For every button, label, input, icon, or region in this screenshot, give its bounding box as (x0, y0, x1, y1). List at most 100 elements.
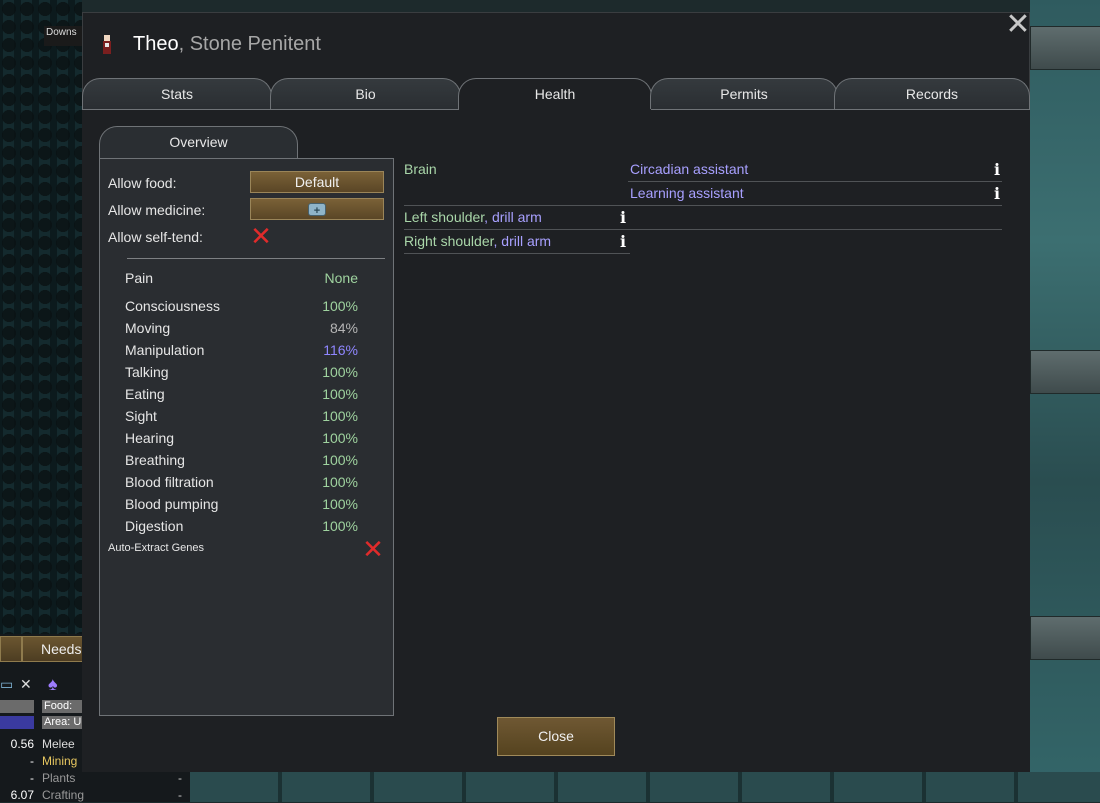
skill-label: Mining (42, 754, 78, 768)
skill-value: 6.07 (10, 788, 34, 802)
capacity-row: Manipulation 116% (125, 340, 358, 360)
status-bar-blue (0, 716, 34, 729)
capacity-row: Breathing 100% (125, 450, 358, 470)
tab-bio[interactable]: Bio (270, 78, 461, 109)
pain-value: None (324, 270, 358, 286)
medicine-icon (308, 201, 326, 221)
capacity-value: 100% (322, 452, 358, 468)
tab-permits[interactable]: Permits (650, 78, 838, 109)
capacity-name: Blood filtration (125, 474, 214, 490)
capacity-value: 100% (322, 430, 358, 446)
capacity-name: Manipulation (125, 342, 205, 358)
close-icon[interactable]: ✕ (1005, 10, 1031, 40)
capacity-name: Digestion (125, 518, 184, 534)
pawn-subtitle: Stone Penitent (189, 33, 321, 55)
tab-bar: Stats Bio Health Permits Records (82, 78, 1030, 110)
capacity-name: Consciousness (125, 298, 220, 314)
info-icon[interactable]: i (994, 161, 1000, 179)
skill-value: - (30, 754, 34, 768)
skill-value: 0.56 (10, 737, 34, 751)
capacity-row: Digestion 100% (125, 516, 358, 536)
body-part-label: Brain (404, 161, 437, 177)
skill-dash: - (178, 771, 182, 785)
background-metal-panel (1030, 26, 1100, 70)
capacity-value: 116% (323, 342, 358, 358)
skill-label: Plants (42, 771, 76, 785)
status-bar-gray (0, 700, 34, 713)
row-divider (628, 181, 1002, 182)
hediff-learning-assistant[interactable]: Learning assistant (630, 185, 744, 201)
background-wall-right (1030, 0, 1100, 802)
close-button[interactable]: Close (497, 717, 615, 756)
info-icon[interactable]: i (994, 185, 1000, 203)
capacity-name: Hearing (125, 430, 175, 446)
capacity-value: 100% (322, 518, 358, 534)
hediff-circadian-assistant[interactable]: Circadian assistant (630, 161, 748, 177)
medical-icon[interactable]: ▭ (0, 676, 13, 693)
pain-row: Pain None (125, 268, 358, 288)
capacity-value: 100% (322, 408, 358, 424)
sword-icon[interactable]: ✕ (20, 676, 32, 693)
capacity-name: Sight (125, 408, 157, 424)
background-floor (190, 772, 1100, 802)
skill-dash: - (178, 788, 182, 802)
allow-food-button[interactable]: Default (250, 171, 384, 193)
body-part-brain[interactable]: Brain (404, 161, 437, 177)
skill-row: 6.07 Crafting - (0, 787, 190, 803)
divider (127, 258, 385, 259)
pain-label: Pain (125, 270, 154, 286)
capacity-row: Blood filtration 100% (125, 472, 358, 492)
capacity-row: Moving 84% (125, 318, 358, 338)
capacity-name: Talking (125, 364, 169, 380)
pawn-name: Theo (133, 33, 179, 55)
capacity-value: 100% (322, 386, 358, 402)
skill-value: - (30, 771, 34, 785)
capacity-name: Breathing (125, 452, 185, 468)
capacity-value: 100% (322, 298, 358, 314)
food-tag[interactable]: Food: (42, 700, 84, 713)
area-tag[interactable]: Area: U (42, 716, 84, 729)
info-icon[interactable]: i (620, 233, 626, 251)
row-divider (404, 205, 1002, 206)
tab-records[interactable]: Records (834, 78, 1030, 109)
info-icon[interactable]: i (620, 209, 626, 227)
capacity-name: Blood pumping (125, 496, 219, 512)
auto-extract-disallowed-x-icon[interactable]: ✕ (362, 537, 384, 563)
faction-icon[interactable]: ♠ (48, 674, 58, 695)
allow-medicine-button[interactable] (250, 198, 384, 221)
auto-extract-genes-label: Auto-Extract Genes (108, 542, 204, 554)
allow-food-label: Allow food: (108, 175, 177, 191)
background-grid-cells (0, 0, 82, 640)
tab-overview[interactable]: Overview (99, 126, 298, 159)
allow-self-tend-label: Allow self-tend: (108, 229, 203, 245)
allow-medicine-label: Allow medicine: (108, 202, 206, 218)
body-part-modifier: , drill arm (493, 233, 552, 249)
capacity-value: 100% (322, 364, 358, 380)
capacity-value: 100% (322, 474, 358, 490)
body-part-right-shoulder[interactable]: Right shoulder, drill arm (404, 233, 551, 249)
pawn-title: Theo, Stone Penitent (133, 33, 321, 56)
row-divider (404, 229, 1002, 230)
row-divider (404, 253, 630, 254)
capacity-row: Blood pumping 100% (125, 494, 358, 514)
background-metal-panel (1030, 350, 1100, 394)
capacity-value: 100% (322, 496, 358, 512)
capacity-row: Sight 100% (125, 406, 358, 426)
body-part-left-shoulder[interactable]: Left shoulder, drill arm (404, 209, 542, 225)
skill-label: Crafting (42, 788, 85, 802)
left-tab-button[interactable] (0, 636, 22, 662)
pawn-portrait-icon (103, 35, 111, 54)
background-metal-panel (1030, 616, 1100, 660)
capacity-row: Talking 100% (125, 362, 358, 382)
capacity-row: Eating 100% (125, 384, 358, 404)
tab-health[interactable]: Health (458, 78, 652, 110)
capacity-row: Consciousness 100% (125, 296, 358, 316)
tab-stats[interactable]: Stats (82, 78, 272, 109)
skill-label: Melee (42, 737, 75, 751)
capacity-name: Moving (125, 320, 171, 336)
self-tend-disallowed-x-icon[interactable]: ✕ (250, 224, 272, 250)
capacity-value: 84% (329, 320, 358, 336)
title-separator: , (178, 33, 190, 55)
body-part-modifier: , drill arm (484, 209, 542, 225)
downs-label: Downs (44, 26, 86, 46)
